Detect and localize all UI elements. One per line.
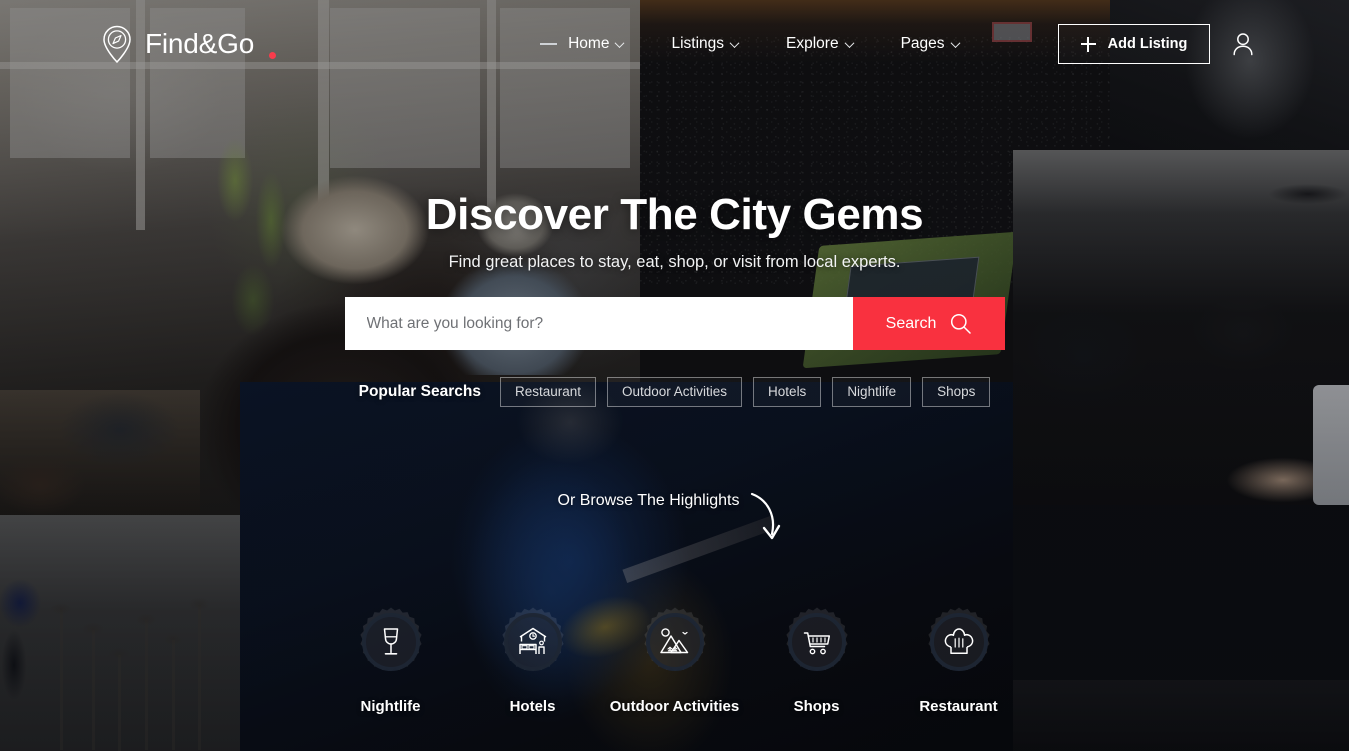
category-label: Outdoor Activities bbox=[609, 698, 740, 715]
user-icon[interactable] bbox=[1232, 32, 1254, 56]
nav-item-explore[interactable]: Explore bbox=[762, 27, 877, 61]
main-navigation: Home Listings Explore Pages bbox=[516, 27, 982, 61]
nav-item-home[interactable]: Home bbox=[516, 27, 647, 61]
category-hotels[interactable]: Hotels bbox=[462, 606, 604, 715]
hero-section: Discover The City Gems Find great places… bbox=[0, 0, 1349, 751]
page-subtitle: Find great places to stay, eat, shop, or… bbox=[448, 253, 901, 271]
category-restaurant[interactable]: Restaurant bbox=[888, 606, 1030, 715]
category-badge bbox=[639, 606, 711, 678]
map-pin-compass-icon bbox=[100, 25, 134, 64]
search-button[interactable]: Search bbox=[852, 297, 1005, 350]
popular-searches: Popular Searchs Restaurant Outdoor Activ… bbox=[359, 377, 991, 407]
browse-highlights: Or Browse The Highlights bbox=[558, 492, 792, 550]
brand-logo[interactable]: Find&Go bbox=[100, 25, 277, 64]
category-label: Restaurant bbox=[919, 698, 998, 715]
page-title: Discover The City Gems bbox=[425, 190, 924, 239]
popular-searches-label: Popular Searchs bbox=[358, 383, 481, 400]
category-badge bbox=[497, 606, 569, 678]
nav-item-listings[interactable]: Listings bbox=[647, 27, 762, 61]
category-nightlife[interactable]: Nightlife bbox=[320, 606, 462, 715]
nav-label: Listings bbox=[671, 35, 725, 52]
search-icon bbox=[950, 313, 972, 334]
popular-tag-hotels[interactable]: Hotels bbox=[753, 377, 822, 407]
popular-tag-nightlife[interactable]: Nightlife bbox=[832, 377, 912, 407]
category-label: Nightlife bbox=[360, 698, 421, 715]
brand-name: Find&Go bbox=[145, 28, 255, 59]
active-indicator-dash bbox=[540, 43, 558, 45]
nav-item-pages[interactable]: Pages bbox=[877, 27, 983, 61]
chevron-down-icon bbox=[729, 37, 740, 48]
wine-glass-icon bbox=[374, 625, 408, 659]
add-listing-label: Add Listing bbox=[1107, 36, 1188, 52]
page-root: Find&Go Home Listings Explore Pages Add … bbox=[0, 0, 1349, 751]
chevron-down-icon bbox=[615, 37, 625, 48]
mountain-icon bbox=[658, 625, 692, 659]
shopping-cart-icon bbox=[800, 625, 834, 659]
header-actions: Add Listing bbox=[1058, 24, 1254, 64]
chef-hat-icon bbox=[942, 625, 976, 659]
brand-dot bbox=[269, 52, 277, 59]
search-input[interactable] bbox=[344, 297, 853, 350]
popular-tag-shops[interactable]: Shops bbox=[922, 377, 991, 407]
popular-tag-outdoor-activities[interactable]: Outdoor Activities bbox=[607, 377, 743, 407]
nav-label: Pages bbox=[900, 35, 945, 52]
nav-label: Explore bbox=[786, 35, 839, 52]
nav-label: Home bbox=[568, 35, 610, 52]
popular-tag-restaurant[interactable]: Restaurant bbox=[499, 377, 596, 407]
browse-highlights-label: Or Browse The Highlights bbox=[557, 492, 740, 509]
chevron-down-icon bbox=[844, 37, 855, 48]
category-label: Shops bbox=[793, 698, 840, 715]
category-label: Hotels bbox=[509, 698, 556, 715]
category-outdoor-activities[interactable]: Outdoor Activities bbox=[604, 606, 746, 715]
site-header: Find&Go Home Listings Explore Pages Add … bbox=[0, 0, 1349, 88]
category-list: Nightlife Hotels Outdoor Activities Shop… bbox=[320, 606, 1030, 715]
category-shops[interactable]: Shops bbox=[746, 606, 888, 715]
search-bar: Search bbox=[344, 297, 1005, 350]
category-badge bbox=[355, 606, 427, 678]
hotel-bed-icon bbox=[516, 625, 550, 659]
category-badge bbox=[781, 606, 853, 678]
plus-icon bbox=[1080, 36, 1096, 52]
chevron-down-icon bbox=[950, 37, 960, 48]
search-button-label: Search bbox=[885, 314, 937, 332]
curved-down-arrow-icon bbox=[746, 490, 792, 550]
category-badge bbox=[923, 606, 995, 678]
add-listing-button[interactable]: Add Listing bbox=[1058, 24, 1210, 64]
